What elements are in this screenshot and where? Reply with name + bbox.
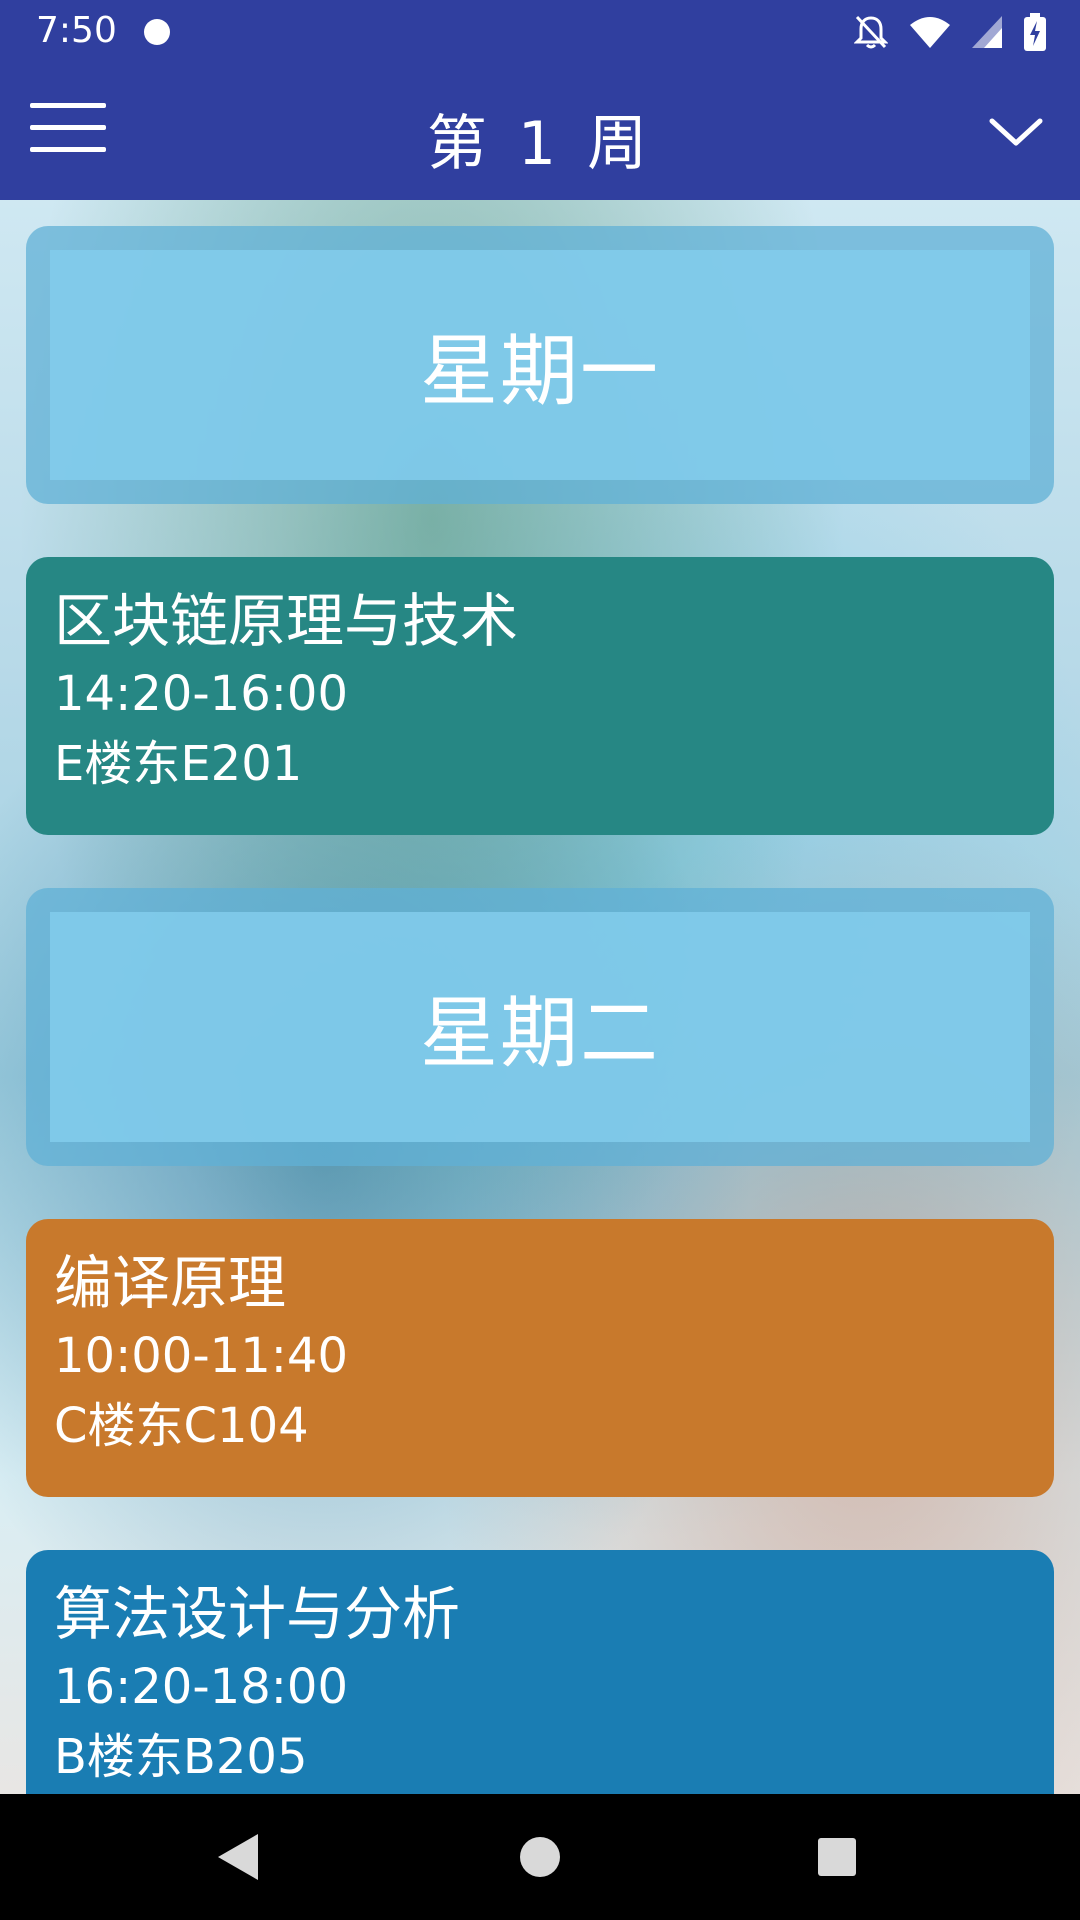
course-room: C楼东C104 bbox=[54, 1398, 309, 1454]
battery-charging-icon bbox=[1024, 13, 1046, 51]
course-card[interactable]: 区块链原理与技术 14:20-16:00 E楼东E201 bbox=[26, 557, 1054, 835]
day-label: 星期二 bbox=[419, 989, 660, 1079]
course-room: E楼东E201 bbox=[54, 736, 303, 792]
course-name: 算法设计与分析 bbox=[54, 1580, 461, 1648]
notifications-off-icon bbox=[854, 15, 888, 49]
status-bar: 7:50 bbox=[0, 0, 1080, 63]
status-time: 7:50 bbox=[36, 10, 117, 51]
course-name: 区块链原理与技术 bbox=[54, 587, 519, 655]
navigation-bar bbox=[0, 1794, 1080, 1920]
day-header-monday: 星期一 bbox=[26, 226, 1054, 504]
signal-icon bbox=[972, 16, 1002, 48]
notification-dot-icon bbox=[144, 19, 170, 45]
course-card[interactable]: 编译原理 10:00-11:40 C楼东C104 bbox=[26, 1219, 1054, 1497]
app-bar: 第 1 周 bbox=[0, 63, 1080, 200]
screen: 7:50 第 1 周 星期一 区块链原理与技术 14:20-16:00 E楼东E… bbox=[0, 0, 1080, 1920]
course-card[interactable]: 算法设计与分析 16:20-18:00 B楼东B205 bbox=[26, 1550, 1054, 1794]
home-circle-icon[interactable] bbox=[509, 1826, 571, 1888]
wifi-icon bbox=[910, 17, 950, 48]
schedule-list[interactable]: 星期一 区块链原理与技术 14:20-16:00 E楼东E201 星期二 编译原… bbox=[0, 200, 1080, 1794]
course-time: 14:20-16:00 bbox=[54, 666, 348, 722]
course-time: 16:20-18:00 bbox=[54, 1659, 348, 1715]
chevron-down-icon[interactable] bbox=[986, 107, 1046, 157]
day-label: 星期一 bbox=[419, 327, 660, 417]
back-triangle-icon[interactable] bbox=[208, 1826, 270, 1888]
recents-square-icon[interactable] bbox=[806, 1826, 868, 1888]
course-room: B楼东B205 bbox=[54, 1729, 308, 1785]
course-name: 编译原理 bbox=[54, 1249, 287, 1317]
day-header-tuesday: 星期二 bbox=[26, 888, 1054, 1166]
status-icons bbox=[854, 12, 1046, 52]
course-time: 10:00-11:40 bbox=[54, 1328, 348, 1384]
week-title[interactable]: 第 1 周 bbox=[0, 95, 1080, 182]
